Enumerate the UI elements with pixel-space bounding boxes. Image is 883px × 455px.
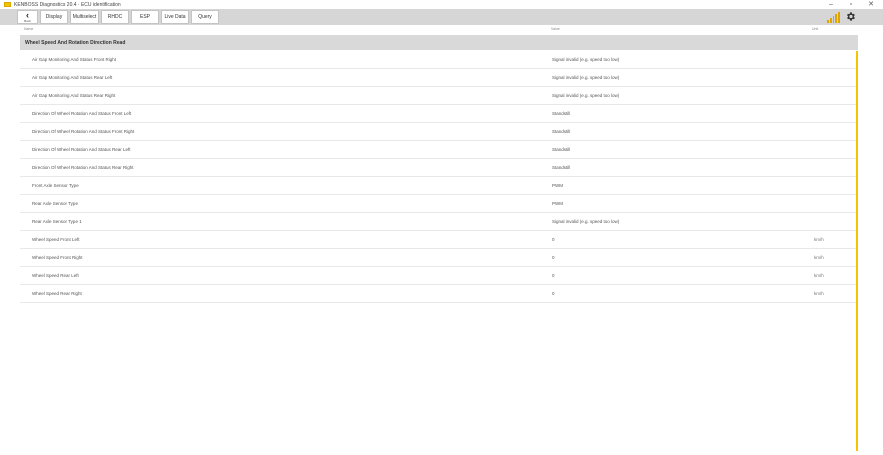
column-unit: Unit [812,27,819,31]
back-label: Back [24,19,31,23]
row-value: 0 [552,273,555,278]
minimize-button[interactable]: – [827,0,835,9]
column-name: Name [24,27,34,31]
row-name: Direction Of Wheel Rotation And Status F… [32,129,135,134]
title-bar: KENBOSS Diagnostics 20.4 · ECU identific… [0,0,883,9]
row-value: Standstill [552,129,571,134]
row-value: Standstill [552,111,571,116]
table-row[interactable]: Front Axle Sensor Type PWM [20,177,858,195]
column-value: Value [551,27,560,31]
table-row[interactable]: Wheel Speed Rear Right 0 km/h [20,285,858,303]
table-row[interactable]: Wheel Speed Front Left 0 km/h [20,231,858,249]
data-table: Air Gap Monitoring And Status Front Righ… [20,51,858,303]
table-row[interactable]: Air Gap Monitoring And Status Rear Right… [20,87,858,105]
row-name: Wheel Speed Front Left [32,237,80,242]
row-name: Wheel Speed Rear Right [32,291,82,296]
row-value: Signal invalid (e.g. speed too low) [552,93,620,98]
row-value: Signal invalid (e.g. speed too low) [552,219,620,224]
row-value: Signal invalid (e.g. speed too low) [552,75,620,80]
row-unit: km/h [814,255,824,260]
row-name: Direction Of Wheel Rotation And Status R… [32,147,131,152]
tab-display[interactable]: Display [40,10,68,24]
window-title: KENBOSS Diagnostics 20.4 · ECU identific… [14,1,121,8]
row-unit: km/h [814,237,824,242]
table-row[interactable]: Rear Axle Sensor Type PWM [20,195,858,213]
table-row[interactable]: Air Gap Monitoring And Status Rear Left … [20,69,858,87]
row-name: Wheel Speed Front Right [32,255,83,260]
row-name: Wheel Speed Rear Left [32,273,79,278]
row-value: 0 [552,255,555,260]
row-name: Air Gap Monitoring And Status Front Righ… [32,57,117,62]
back-button[interactable]: ‹ Back [17,10,38,24]
table-row[interactable]: Air Gap Monitoring And Status Front Righ… [20,51,858,69]
toolbar: ‹ Back Display Multiselect RHDC ESP Live… [0,9,883,25]
table-row[interactable]: Rear Axle Sensor Type 1 Signal invalid (… [20,213,858,231]
maximize-button[interactable]: ▫ [847,0,855,9]
row-unit: km/h [814,291,824,296]
tab-live-data[interactable]: Live Data [161,10,189,24]
section-header[interactable]: Wheel Speed And Rotation Direction Read [20,35,858,50]
app-logo-icon [4,2,11,7]
close-button[interactable]: ✕ [867,0,875,9]
row-unit: km/h [814,273,824,278]
tab-rhdc[interactable]: RHDC [101,10,129,24]
window-controls: – ▫ ✕ [827,0,875,9]
gear-icon[interactable] [845,11,856,22]
row-value: PWM [552,183,563,188]
row-value: Signal invalid (e.g. speed too low) [552,57,620,62]
tab-esp[interactable]: ESP [131,10,159,24]
row-name: Air Gap Monitoring And Status Rear Left [32,75,113,80]
toolbar-tabs: Display Multiselect RHDC ESP Live Data Q… [40,10,219,24]
row-value: 0 [552,291,555,296]
row-name: Rear Axle Sensor Type [32,201,78,206]
table-row[interactable]: Direction Of Wheel Rotation And Status F… [20,123,858,141]
row-value: PWM [552,201,563,206]
table-row[interactable]: Wheel Speed Front Right 0 km/h [20,249,858,267]
table-row[interactable]: Wheel Speed Rear Left 0 km/h [20,267,858,285]
row-name: Air Gap Monitoring And Status Rear Right [32,93,116,98]
tab-query[interactable]: Query [191,10,219,24]
row-value: Standstill [552,147,571,152]
signal-strength-icon [827,11,840,23]
row-name: Front Axle Sensor Type [32,183,79,188]
vertical-scrollbar[interactable] [856,51,858,451]
row-name: Rear Axle Sensor Type 1 [32,219,82,224]
row-value: Standstill [552,165,571,170]
chevron-left-icon: ‹ [26,10,29,20]
row-name: Direction Of Wheel Rotation And Status R… [32,165,134,170]
row-name: Direction Of Wheel Rotation And Status F… [32,111,132,116]
row-value: 0 [552,237,555,242]
table-row[interactable]: Direction Of Wheel Rotation And Status F… [20,105,858,123]
table-row[interactable]: Direction Of Wheel Rotation And Status R… [20,159,858,177]
column-header: Name Value Unit [0,26,883,34]
section-title: Wheel Speed And Rotation Direction Read [25,39,126,46]
table-row[interactable]: Direction Of Wheel Rotation And Status R… [20,141,858,159]
tab-multiselect[interactable]: Multiselect [70,10,99,24]
